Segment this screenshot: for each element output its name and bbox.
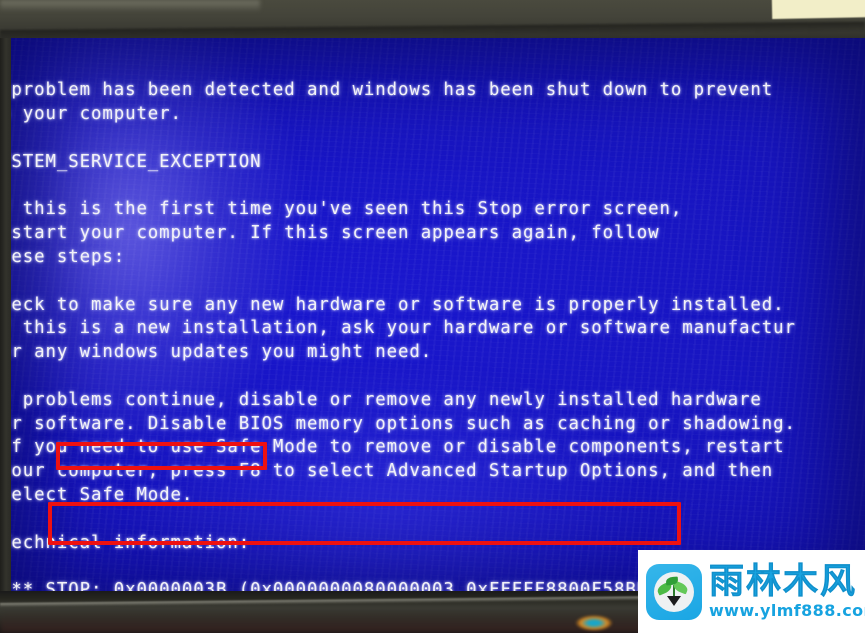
photographed-monitor: problem has been detected and windows ha… [0, 0, 865, 633]
bsod-line: estart your computer. If this screen app… [8, 223, 660, 244]
desk-object-blur [575, 615, 613, 631]
watermark-url: www.ylmf888.com [709, 601, 865, 620]
bsod-line: or any windows updates you might need. [8, 342, 433, 363]
watermark-text-group: 雨林木风 www.ylmf888.com [709, 563, 865, 620]
monitor-left-bezel [0, 38, 11, 618]
annotation-box-stop-code [56, 442, 267, 470]
bsod-screen: problem has been detected and windows ha… [8, 38, 865, 611]
bsod-line: hese steps: [8, 246, 126, 267]
bsod-blank-line [8, 365, 865, 389]
bsod-blank-line [8, 127, 865, 151]
bezel-highlight [0, 0, 260, 12]
bsod-line: f this is a new installation, ask your h… [8, 318, 796, 339]
watermark-logo-badge [646, 563, 702, 620]
watermark-brand-name: 雨林木风 [709, 562, 858, 602]
sprout-pot [667, 595, 681, 606]
bsod-line: or software. Disable BIOS memory options… [8, 413, 796, 434]
bsod-line: heck to make sure any new hardware or so… [8, 294, 785, 315]
bsod-line: f problems continue, disable or remove a… [8, 389, 762, 410]
bsod-blank-line [8, 270, 865, 294]
bsod-line: problem has been detected and windows ha… [8, 80, 774, 101]
bsod-bugcheck-name: YSTEM_SERVICE_EXCEPTION [8, 151, 262, 172]
sprout-in-pot-icon [654, 571, 694, 612]
site-watermark: 雨林木风 www.ylmf888.com [638, 550, 865, 633]
background-wall-patch [771, 0, 865, 20]
bsod-blank-line [8, 175, 865, 199]
bsod-line: f this is the first time you've seen thi… [8, 199, 683, 220]
annotation-box-faulting-driver [48, 502, 681, 545]
bsod-line: o your computer. [8, 104, 182, 125]
